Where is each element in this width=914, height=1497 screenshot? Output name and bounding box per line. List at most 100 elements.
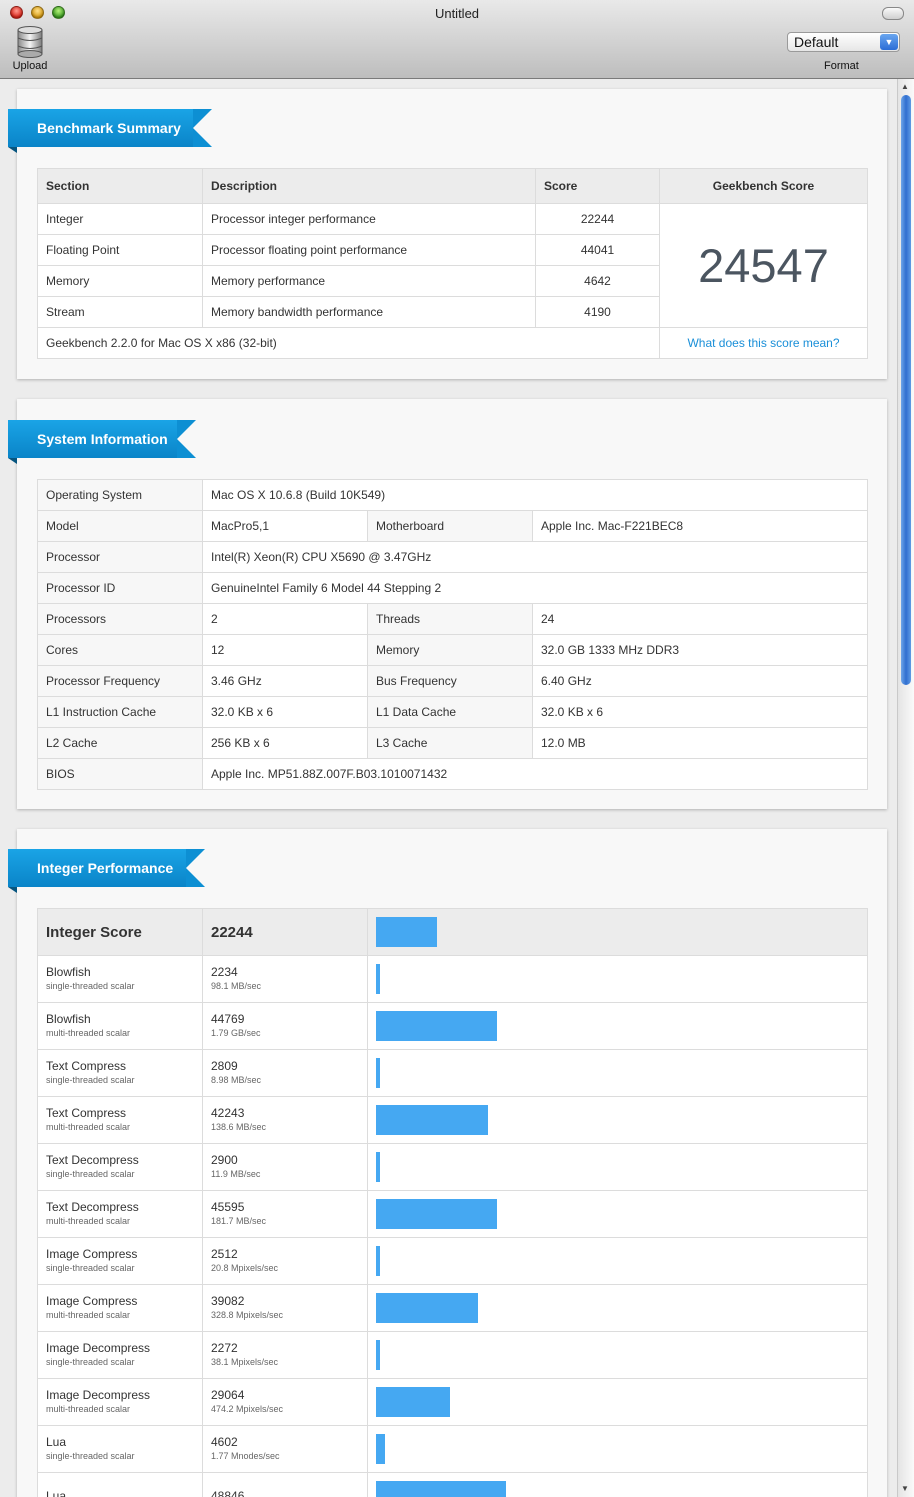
benchmark-score: 4602 <box>211 1435 238 1449</box>
benchmark-name-cell: Image Compress single-threaded scalar <box>37 1237 203 1285</box>
benchmark-name: Text Compress <box>46 1059 127 1073</box>
benchmark-score: 44769 <box>211 1012 245 1026</box>
benchmark-mode: single-threaded scalar <box>46 1075 135 1085</box>
benchmark-name: Text Compress <box>46 1106 127 1120</box>
benchmark-bar-cell <box>367 955 868 1003</box>
benchmark-rate: 1.79 GB/sec <box>211 1028 261 1038</box>
benchmark-rate: 38.1 Mpixels/sec <box>211 1357 279 1367</box>
system-row: Processor ID GenuineIntel Family 6 Model … <box>37 572 869 604</box>
benchmark-bar <box>376 1058 380 1088</box>
benchmark-score-cell: 29064 474.2 Mpixels/sec <box>202 1378 368 1426</box>
os-label: Operating System <box>37 479 203 511</box>
vertical-scrollbar[interactable]: ▲ ▼ <box>897 79 914 1497</box>
model-label: Model <box>37 510 203 542</box>
benchmark-bar <box>376 1387 450 1417</box>
processor-frequency-value: 3.46 GHz <box>202 665 368 697</box>
benchmark-name: Image Decompress <box>46 1341 151 1355</box>
benchmark-mode: single-threaded scalar <box>46 981 135 991</box>
benchmark-mode: single-threaded scalar <box>46 1451 135 1461</box>
benchmark-name-cell: Image Decompress multi-threaded scalar <box>37 1378 203 1426</box>
benchmark-bar-cell <box>367 1472 868 1497</box>
summary-header-row: Section Description Score Geekbench Scor… <box>37 168 868 204</box>
upload-button[interactable]: Upload <box>10 26 50 74</box>
integer-score-label: Integer Score <box>37 908 203 956</box>
benchmark-score: 29064 <box>211 1388 245 1402</box>
benchmark-bar-cell <box>367 1237 868 1285</box>
l2-cache-value: 256 KB x 6 <box>202 727 368 759</box>
processor-id-value: GenuineIntel Family 6 Model 44 Stepping … <box>201 572 869 604</box>
benchmark-bar-cell <box>367 1143 868 1191</box>
l1-data-cache-value: 32.0 KB x 6 <box>531 696 869 728</box>
benchmark-score-cell: 2272 38.1 Mpixels/sec <box>202 1331 368 1379</box>
l1-data-cache-label: L1 Data Cache <box>367 696 533 728</box>
benchmark-score-cell: 4602 1.77 Mnodes/sec <box>202 1425 368 1473</box>
description-cell: Processor integer performance <box>202 203 536 235</box>
bios-label: BIOS <box>37 758 203 790</box>
format-label: Format <box>824 60 859 72</box>
scroll-up-arrow-icon[interactable]: ▲ <box>901 82 909 91</box>
toolbar-toggle-button[interactable] <box>882 7 904 20</box>
benchmark-row: Image Compress single-threaded scalar 2512… <box>37 1237 868 1285</box>
benchmark-rate: 474.2 Mpixels/sec <box>211 1404 284 1414</box>
benchmark-score: 48846 <box>211 1489 245 1497</box>
benchmark-bar-cell <box>367 1002 868 1050</box>
chevron-down-icon: ▼ <box>880 34 898 50</box>
benchmark-rate: 20.8 Mpixels/sec <box>211 1263 279 1273</box>
benchmark-bar <box>376 1105 488 1135</box>
score-cell: 4190 <box>535 296 660 328</box>
bus-frequency-value: 6.40 GHz <box>531 665 869 697</box>
benchmark-score-cell: 45595 181.7 MB/sec <box>202 1190 368 1238</box>
benchmark-name-cell: Text Compress single-threaded scalar <box>37 1049 203 1097</box>
benchmark-row: Text Decompress multi-threaded scalar 4559… <box>37 1190 868 1238</box>
benchmark-name-cell: Image Decompress single-threaded scalar <box>37 1331 203 1379</box>
description-cell: Memory performance <box>202 265 536 297</box>
benchmark-mode: multi-threaded scalar <box>46 1310 131 1320</box>
benchmark-score: 39082 <box>211 1294 245 1308</box>
benchmark-rate: 11.9 MB/sec <box>211 1169 261 1179</box>
memory-value: 32.0 GB 1333 MHz DDR3 <box>531 634 869 666</box>
benchmark-bar <box>376 1011 497 1041</box>
scroll-down-arrow-icon[interactable]: ▼ <box>901 1484 909 1493</box>
format-select[interactable]: Default ▼ <box>787 32 900 52</box>
integer-table: Integer Score 22244 Blowfish single-threa… <box>37 908 868 1497</box>
threads-value: 24 <box>531 603 869 635</box>
motherboard-value: Apple Inc. Mac-F221BEC8 <box>531 510 869 542</box>
system-row: Model MacPro5,1 Motherboard Apple Inc. Mac-… <box>37 510 869 542</box>
benchmark-name: Blowfish <box>46 1012 91 1026</box>
benchmark-score: 2900 <box>211 1153 238 1167</box>
system-information-ribbon: System Information <box>8 420 196 464</box>
l2-cache-label: L2 Cache <box>37 727 203 759</box>
benchmark-name-cell: Lua single-threaded scalar <box>37 1425 203 1473</box>
benchmark-name: Text Decompress <box>46 1153 139 1167</box>
benchmark-name: Image Decompress <box>46 1388 151 1402</box>
benchmark-rate: 328.8 Mpixels/sec <box>211 1310 284 1320</box>
integer-score-bar-cell <box>367 908 868 956</box>
system-row: L1 Instruction Cache 32.0 KB x 6 L1 Data C… <box>37 696 869 728</box>
system-row: BIOS Apple Inc. MP51.88Z.007F.B03.1010071… <box>37 758 869 790</box>
scroll-thumb[interactable] <box>901 95 911 685</box>
score-meaning-link[interactable]: What does this score mean? <box>659 327 868 359</box>
system-row: Processors 2 Threads 24 <box>37 603 869 635</box>
benchmark-row: Blowfish single-threaded scalar 2234 98.1 M… <box>37 955 868 1003</box>
benchmark-row: Lua single-threaded scalar 4602 1.77 Mnodes… <box>37 1425 868 1473</box>
benchmark-row: Image Compress multi-threaded scalar 39082… <box>37 1284 868 1332</box>
summary-table: Section Description Score Geekbench Scor… <box>37 168 868 359</box>
benchmark-rate: 1.77 Mnodes/sec <box>211 1451 280 1461</box>
header-score: Score <box>535 168 660 204</box>
benchmark-row: Text Compress single-threaded scalar 2809 8… <box>37 1049 868 1097</box>
processor-frequency-label: Processor Frequency <box>37 665 203 697</box>
report-content: Benchmark Summary Section Description Sc… <box>0 79 897 1497</box>
title-bar: Untitled Upload Default ▼ Format <box>0 0 914 79</box>
bus-frequency-label: Bus Frequency <box>367 665 533 697</box>
benchmark-rate: 98.1 MB/sec <box>211 981 262 991</box>
memory-label: Memory <box>367 634 533 666</box>
benchmark-name-cell: Lua <box>37 1472 203 1497</box>
benchmark-bar-cell <box>367 1331 868 1379</box>
bios-value: Apple Inc. MP51.88Z.007F.B03.1010071432 <box>201 758 869 790</box>
benchmark-row: Image Decompress multi-threaded scalar 290… <box>37 1378 868 1426</box>
benchmark-bar <box>376 964 380 994</box>
system-table: Operating System Mac OS X 10.6.8 (Build 1… <box>37 479 869 790</box>
section-cell: Stream <box>37 296 203 328</box>
header-geekbench-score: Geekbench Score <box>659 168 868 204</box>
benchmark-name-cell: Text Decompress multi-threaded scalar <box>37 1190 203 1238</box>
